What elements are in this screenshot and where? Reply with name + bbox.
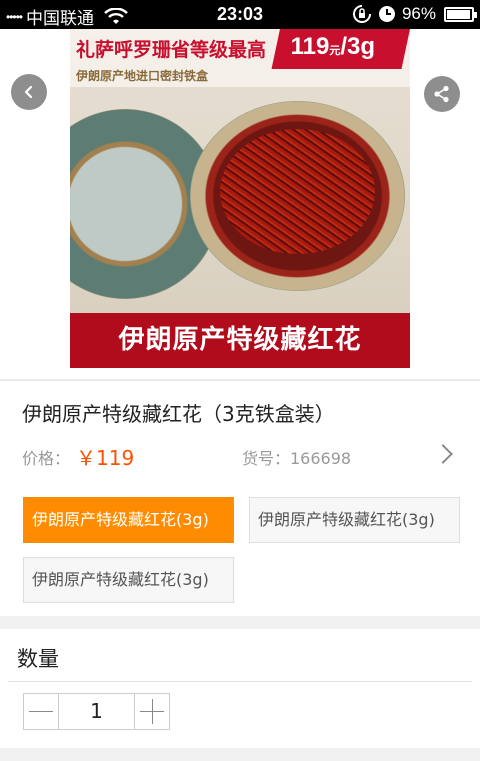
saffron-graphic	[220, 129, 375, 254]
chevron-right-icon[interactable]	[433, 444, 453, 464]
divider	[8, 681, 472, 682]
rotation-lock-icon	[353, 5, 371, 23]
back-icon	[24, 85, 33, 99]
product-gallery[interactable]: 礼萨呼罗珊省等级最高 伊朗原产地进口密封铁盒 119元/3g 伊朗原产特级藏红花	[0, 29, 480, 379]
image-bottom-banner: 伊朗原产特级藏红花	[70, 313, 410, 368]
quantity-input[interactable]: 1	[59, 693, 134, 730]
product-info: 伊朗原产特级藏红花（3克铁盒装） 价格： ￥119 货号：166698 伊朗原产…	[0, 380, 480, 616]
image-price-tag: 119元/3g	[271, 29, 410, 69]
product-name: 伊朗原产特级藏红花（3克铁盒装）	[22, 402, 335, 426]
quantity-stepper: 1	[23, 693, 170, 730]
price-value: ￥119	[76, 446, 135, 470]
share-button[interactable]	[424, 76, 460, 112]
battery-percent: 96%	[401, 4, 436, 23]
quantity-title: 数量	[17, 647, 59, 671]
image-price-unit: 元	[329, 45, 341, 57]
status-right: 96%	[352, 4, 477, 24]
image-price-weight: /3g	[340, 33, 376, 60]
sku-label: 货号：166698	[242, 449, 352, 468]
alarm-icon	[378, 6, 395, 22]
product-image[interactable]: 礼萨呼罗珊省等级最高 伊朗原产地进口密封铁盒 119元/3g 伊朗原产特级藏红花	[70, 29, 410, 368]
share-icon	[434, 85, 449, 103]
minus-icon	[29, 711, 53, 712]
back-button[interactable]	[11, 74, 47, 110]
quantity-section: 数量 1	[0, 629, 480, 748]
price-label: 价格：	[22, 449, 71, 468]
option-button[interactable]: 伊朗原产特级藏红花(3g)	[249, 497, 460, 543]
option-button[interactable]: 伊朗原产特级藏红花(3g)	[23, 557, 234, 603]
battery-icon	[444, 6, 477, 22]
image-title: 礼萨呼罗珊省等级最高	[76, 39, 267, 61]
option-button[interactable]: 伊朗原产特级藏红花(3g)	[23, 497, 234, 543]
image-subtitle: 伊朗原产地进口密封铁盒	[76, 69, 209, 83]
increment-button[interactable]	[134, 693, 170, 730]
battery-fill	[447, 9, 471, 19]
image-price-number: 119	[290, 33, 330, 60]
status-bar: ••••• 中国联通 23:03 96%	[0, 0, 480, 29]
decrement-button[interactable]	[23, 693, 59, 730]
